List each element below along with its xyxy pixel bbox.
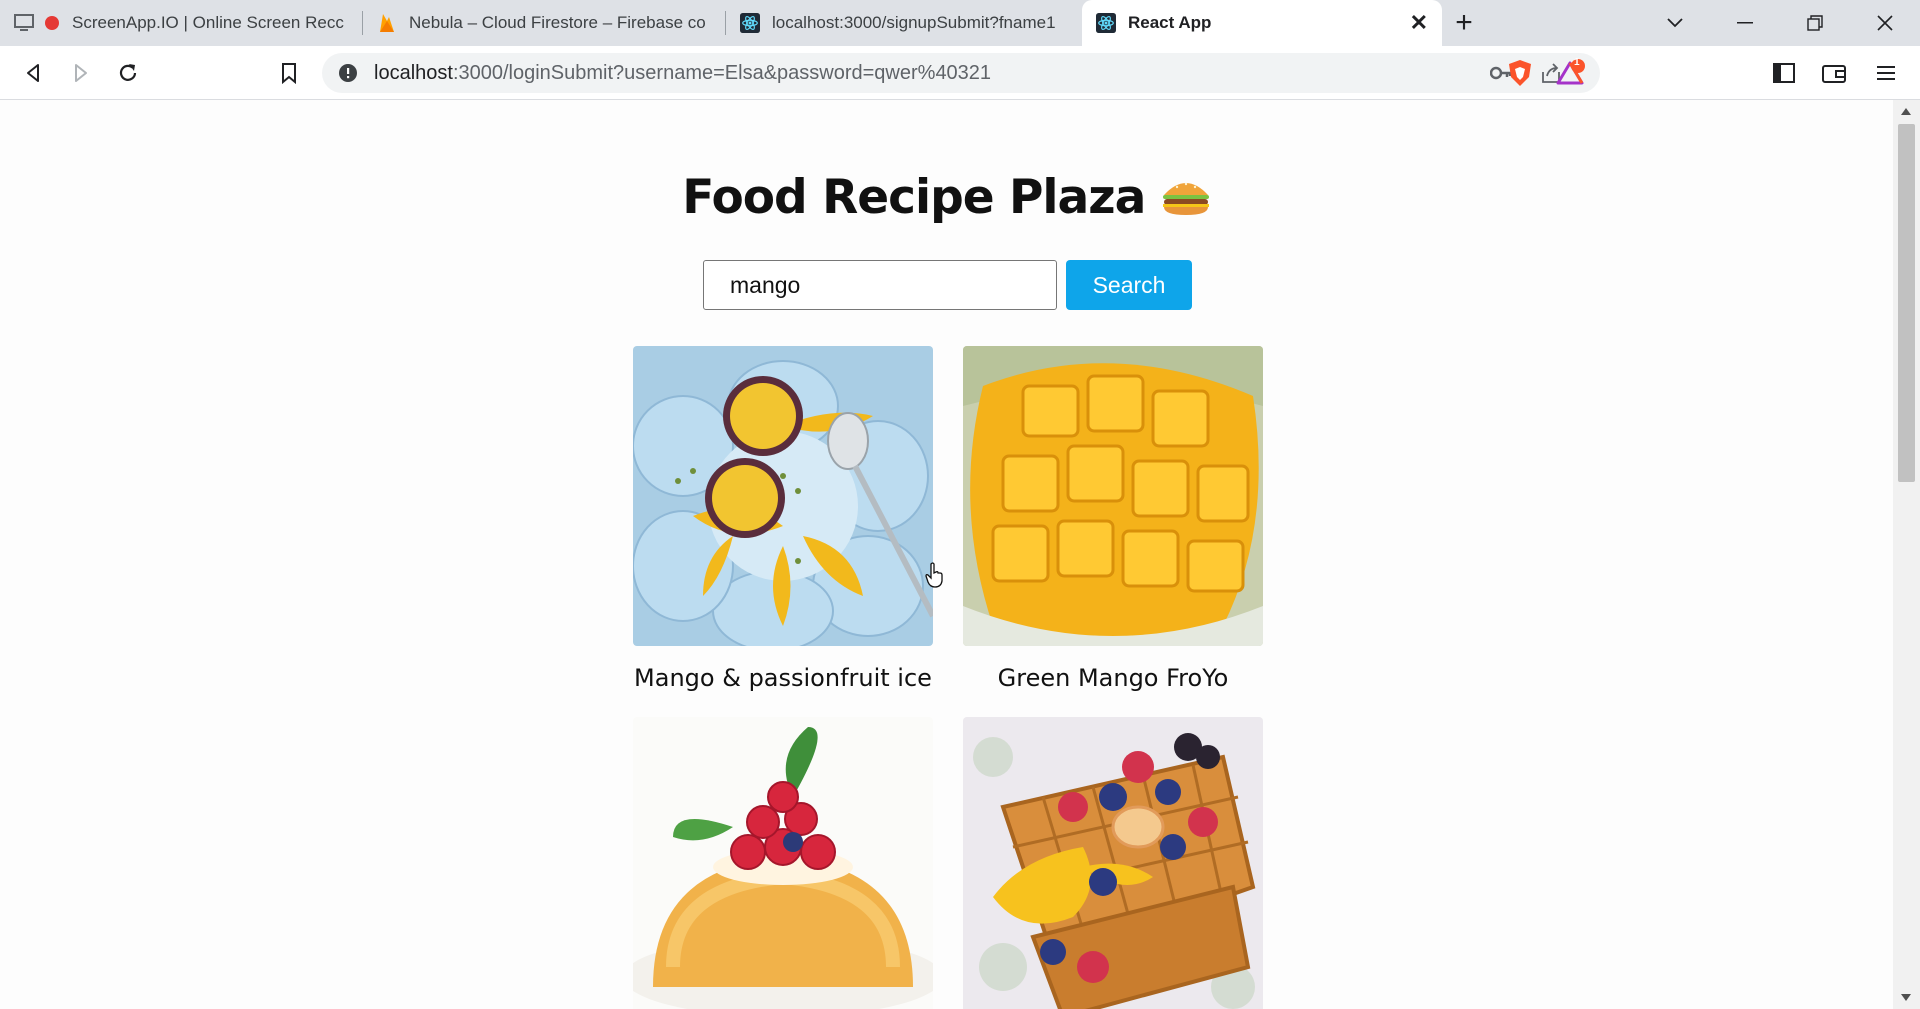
browser-toolbar: localhost:3000/loginSubmit?username=Elsa… — [0, 46, 1920, 100]
page-scrollbar[interactable] — [1893, 100, 1920, 1009]
tab-label: localhost:3000/signupSubmit?fname1 — [772, 13, 1056, 32]
screen-cast-icon — [14, 13, 36, 33]
bookmark-icon[interactable] — [273, 57, 305, 89]
recipe-card[interactable] — [963, 717, 1263, 1009]
url-path: :3000/loginSubmit?username=Elsa&password… — [452, 61, 992, 84]
menu-icon[interactable] — [1870, 57, 1902, 89]
notification-badge: 1 — [1574, 57, 1580, 68]
tab-firebase[interactable]: Nebula – Cloud Firestore – Firebase co — [363, 0, 725, 46]
recipe-image[interactable] — [633, 346, 933, 646]
tab-signup[interactable]: localhost:3000/signupSubmit?fname1 — [726, 0, 1082, 46]
recording-icon — [44, 13, 60, 33]
reload-button[interactable] — [112, 57, 144, 89]
react-icon — [1096, 13, 1116, 33]
minimize-button[interactable] — [1710, 0, 1780, 46]
recipe-image[interactable] — [963, 717, 1263, 1009]
recipe-name: Green Mango FroYo — [997, 664, 1229, 692]
recipe-name: Mango & passionfruit ice — [634, 664, 932, 692]
close-tab-icon[interactable]: ✕ — [1410, 10, 1428, 36]
close-window-button[interactable] — [1850, 0, 1920, 46]
page-title-text: Food Recipe Plaza — [682, 170, 1146, 225]
tab-search-icon[interactable] — [1640, 0, 1710, 46]
forward-button[interactable] — [64, 57, 96, 89]
react-icon — [740, 13, 760, 33]
site-info-icon[interactable] — [338, 63, 358, 88]
firebase-icon — [377, 13, 397, 33]
sidebar-toggle-icon[interactable] — [1768, 57, 1800, 89]
search-button[interactable]: Search — [1066, 260, 1192, 310]
tab-label: React App — [1128, 13, 1212, 32]
recipe-card[interactable]: Mango & passionfruit ice — [633, 346, 933, 692]
brave-shields-icon[interactable] — [1504, 57, 1536, 89]
hand-cursor-icon — [925, 562, 945, 593]
wallet-icon[interactable] — [1818, 57, 1850, 89]
window-controls — [1640, 0, 1920, 46]
tab-label: ScreenApp.IO | Online Screen Recc — [72, 13, 344, 32]
url-host: localhost — [374, 61, 453, 84]
burger-emoji-icon — [1161, 170, 1211, 225]
tab-label: Nebula – Cloud Firestore – Firebase co — [409, 13, 706, 32]
brave-rewards-icon[interactable]: 1 — [1555, 57, 1587, 89]
page-title: Food Recipe Plaza — [0, 170, 1893, 225]
recipe-image[interactable] — [963, 346, 1263, 646]
search-input[interactable] — [703, 260, 1057, 310]
back-button[interactable] — [18, 57, 50, 89]
tab-strip: ScreenApp.IO | Online Screen Recc Nebula… — [0, 0, 1920, 46]
address-bar[interactable]: localhost:3000/loginSubmit?username=Elsa… — [322, 53, 1600, 93]
url-text: localhost:3000/loginSubmit?username=Elsa… — [374, 62, 991, 85]
scroll-thumb[interactable] — [1898, 124, 1915, 482]
tab-react-app[interactable]: React App ✕ — [1082, 0, 1442, 46]
recipe-card[interactable] — [633, 717, 933, 1009]
new-tab-button[interactable]: + — [1442, 0, 1486, 46]
scroll-up-icon[interactable] — [1901, 108, 1911, 115]
recipe-image[interactable] — [633, 717, 933, 1009]
scroll-down-icon[interactable] — [1901, 994, 1911, 1001]
recipe-card[interactable]: Green Mango FroYo — [963, 346, 1263, 692]
restore-button[interactable] — [1780, 0, 1850, 46]
page-content: Food Recipe Plaza Search — [0, 100, 1893, 1009]
tab-screenapp[interactable]: ScreenApp.IO | Online Screen Recc — [0, 0, 362, 46]
